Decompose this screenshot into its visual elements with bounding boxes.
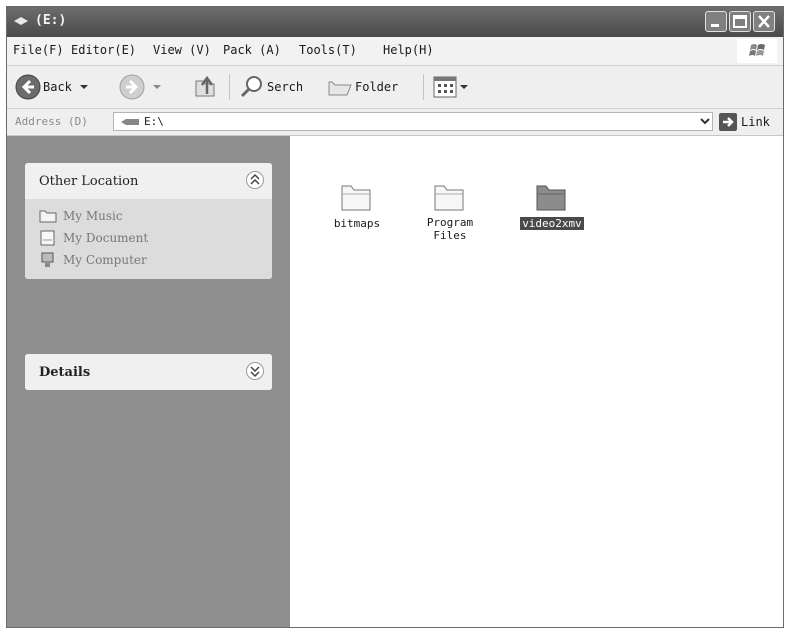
collapse-button[interactable] [246, 171, 264, 189]
place-label: My Music [63, 209, 123, 223]
computer-icon [41, 252, 54, 267]
place-my-music[interactable]: My Music [25, 205, 272, 227]
menu-file[interactable]: File(F) [13, 43, 64, 57]
folder-label: bitmaps [333, 217, 381, 230]
back-arrow-icon [15, 74, 41, 100]
folder-label: Program Files [426, 216, 474, 242]
folder-item-bitmaps[interactable]: bitmaps [317, 182, 397, 231]
search-icon [240, 76, 262, 98]
menu-help[interactable]: Help(H) [383, 43, 434, 57]
toolbar-separator [229, 74, 230, 100]
place-my-documents[interactable]: My Document [25, 227, 272, 249]
minimize-button[interactable] [705, 11, 727, 32]
details-header[interactable]: Details [25, 354, 272, 390]
menu-edit[interactable]: Editor(E) [71, 43, 136, 57]
windows-logo [737, 39, 777, 63]
window-title: (E:) [35, 13, 67, 28]
toolbar: Back Serch Folder [7, 66, 783, 109]
folder-icon [536, 185, 566, 211]
toolbar-separator [423, 74, 424, 100]
up-folder-button[interactable] [193, 73, 219, 101]
place-label: My Computer [63, 253, 147, 267]
search-button[interactable]: Serch [239, 73, 303, 101]
file-view[interactable]: bitmaps Program Files video2xmv [290, 136, 783, 627]
task-pane: Other Location My Music My Document My C… [7, 136, 290, 627]
close-icon [758, 15, 770, 28]
place-my-computer[interactable]: My Computer [25, 249, 272, 271]
folder-label-selected: video2xmv [520, 217, 584, 230]
drive-icon [121, 119, 139, 125]
windows-flag-icon [749, 44, 765, 56]
views-grid-icon [433, 76, 457, 98]
views-button[interactable] [433, 73, 469, 101]
forward-button[interactable] [119, 73, 163, 101]
other-places-header[interactable]: Other Location [25, 163, 272, 199]
folder-icon [39, 210, 57, 223]
minimize-icon [711, 24, 719, 27]
menu-view[interactable]: View (V) [153, 43, 211, 57]
address-label: Address (D) [15, 115, 88, 128]
drive-icon [14, 17, 28, 25]
expand-chevron-icon [250, 366, 260, 378]
links-label[interactable]: Link [741, 115, 770, 129]
folders-icon [328, 81, 352, 96]
up-folder-icon [195, 75, 215, 97]
details-panel: Details [25, 354, 272, 390]
folders-button[interactable]: Folder [327, 73, 398, 101]
folders-label: Folder [355, 80, 399, 94]
forward-dropdown-icon[interactable] [151, 82, 163, 92]
folder-item-program-files[interactable]: Program Files [410, 182, 490, 243]
go-arrow-icon [723, 117, 734, 127]
views-dropdown-icon[interactable] [459, 82, 469, 92]
menu-favorites[interactable]: Pack (A) [223, 43, 281, 57]
address-input[interactable]: E:\ [113, 112, 713, 131]
other-places-title: Other Location [39, 174, 139, 189]
documents-icon [40, 230, 55, 246]
other-places-list: My Music My Document My Computer [25, 199, 272, 279]
go-button[interactable] [719, 113, 737, 131]
details-title: Details [39, 365, 91, 380]
expand-button[interactable] [246, 362, 264, 380]
forward-arrow-icon [119, 74, 145, 100]
place-label: My Document [63, 231, 149, 245]
menu-bar: File(F) Editor(E) View (V) Pack (A) Tool… [7, 37, 783, 66]
address-value: E:\ [144, 115, 164, 128]
folder-item-video2xmv[interactable]: video2xmv [512, 182, 592, 231]
title-bar[interactable]: (E:) [7, 7, 783, 37]
close-button[interactable] [753, 11, 775, 32]
menu-tools[interactable]: Tools(T) [299, 43, 357, 57]
back-label: Back [43, 80, 72, 94]
address-dropdown-icon[interactable] [697, 113, 713, 130]
folder-icon [434, 185, 464, 211]
other-places-panel: Other Location My Music My Document My C… [25, 163, 272, 279]
back-dropdown-icon[interactable] [78, 82, 90, 92]
maximize-button[interactable] [729, 11, 751, 32]
back-button[interactable]: Back [15, 73, 90, 101]
explorer-window: (E:) File(F) Editor(E) View (V) Pack (A)… [6, 6, 784, 628]
collapse-chevron-icon [250, 173, 260, 185]
maximize-icon [733, 15, 747, 28]
search-label: Serch [267, 80, 304, 94]
folder-icon [341, 185, 371, 211]
address-bar: Address (D) E:\ Link [7, 109, 783, 136]
